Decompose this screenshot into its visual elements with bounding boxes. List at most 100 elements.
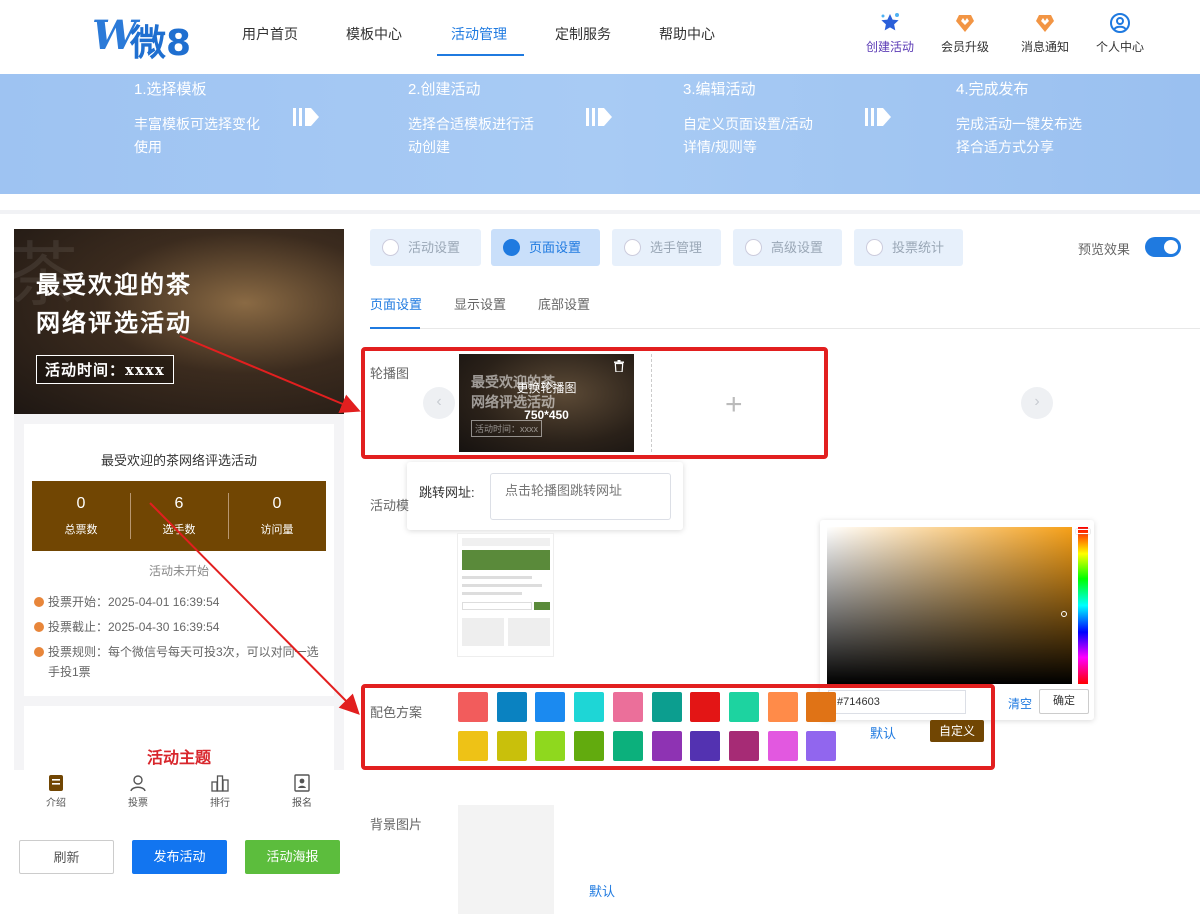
saturation-area[interactable] — [827, 527, 1072, 684]
step-desc: 自定义页面设置/活动详情/规则等 — [683, 116, 813, 155]
crown-icon — [956, 15, 974, 32]
step-arrow-icon — [865, 108, 891, 126]
divider — [0, 210, 1200, 214]
bottom-nav-intro[interactable]: 介绍 — [31, 774, 81, 809]
nav-home[interactable]: 用户首页 — [242, 24, 298, 44]
subtab-divider — [370, 328, 1200, 329]
steps-banner: 1.选择模板 丰富模板可选择变化使用 2.创建活动 选择合适模板进行活动创建 3… — [0, 74, 1200, 194]
jump-url-input[interactable] — [490, 473, 671, 520]
user-icon — [1110, 13, 1130, 33]
member-upgrade-button[interactable]: 会员升级 — [930, 12, 1000, 55]
bottom-nav-label: 介绍 — [46, 798, 66, 809]
activity-poster-button[interactable]: 活动海报 — [245, 840, 340, 874]
hue-thumb[interactable] — [1076, 529, 1090, 534]
theme-card: 活动主题 — [24, 706, 334, 774]
stat-value: 6 — [174, 495, 184, 512]
nav-custom-service[interactable]: 定制服务 — [555, 24, 611, 44]
info-dot-icon — [34, 597, 44, 607]
stat-players: 6 选手数 — [130, 495, 228, 537]
thumb-line — [462, 576, 532, 579]
ranking-icon — [211, 775, 229, 792]
activity-title: 最受欢迎的茶网络评选活动 — [100, 453, 257, 468]
tab-page-settings[interactable]: 页面设置 — [491, 229, 600, 266]
create-activity-button[interactable]: 创建活动 — [855, 12, 925, 55]
thumb-line — [462, 584, 542, 587]
confirm-color-button[interactable]: 确定 — [1039, 689, 1089, 714]
step-arrow-icon — [586, 108, 612, 126]
thumb-search-btn — [534, 602, 550, 610]
hue-slider[interactable] — [1078, 527, 1088, 684]
stat-label: 访问量 — [260, 524, 294, 536]
step-arrow-icon — [293, 108, 319, 126]
vote-rule-text: 投票规则：每个微信号每天可投3次，可以对同一选手投1票 — [48, 645, 319, 679]
tab-player-management[interactable]: 选手管理 — [612, 229, 721, 266]
step-desc: 完成活动一键发布选择合适方式分享 — [956, 116, 1082, 155]
logo-text: 微8 — [130, 23, 192, 64]
nav-help[interactable]: 帮助中心 — [659, 24, 715, 44]
stat-total-votes: 0 总票数 — [32, 495, 130, 537]
bottom-nav-ranking[interactable]: 排行 — [195, 774, 245, 809]
template-thumbnail[interactable] — [457, 533, 554, 657]
background-image-placeholder[interactable] — [458, 805, 554, 914]
vote-end-text: 投票截止：2025-04-30 16:39:54 — [48, 620, 220, 634]
subtab-footer-settings[interactable]: 底部设置 — [538, 294, 590, 313]
publish-activity-button[interactable]: 发布活动 — [132, 840, 227, 874]
hero-image: 茶 最受欢迎的茶 网络评选活动 活动时间：xxxx — [14, 229, 344, 414]
vote-start-info: 投票开始：2025-04-01 16:39:54 — [34, 592, 219, 612]
tab-activity-settings[interactable]: 活动设置 — [370, 229, 481, 266]
tab-label: 高级设置 — [771, 240, 824, 255]
stat-value: 0 — [272, 495, 282, 512]
stat-visits: 0 访问量 — [228, 495, 326, 537]
step-desc: 选择合适模板进行活动创建 — [408, 116, 534, 155]
stats-bar: 0 总票数 6 选手数 0 访问量 — [32, 481, 326, 551]
clear-color-button[interactable]: 清空 — [1008, 695, 1032, 712]
settings-icon — [745, 239, 762, 256]
logo[interactable]: W 微8 — [92, 12, 192, 64]
bottom-nav-label: 投票 — [128, 798, 148, 809]
stat-label: 选手数 — [162, 524, 196, 536]
tab-label: 投票统计 — [892, 240, 945, 255]
thumb-search — [462, 602, 532, 610]
crown-icon — [1036, 15, 1054, 32]
bottom-nav-vote[interactable]: 投票 — [113, 774, 163, 809]
preview-label: 预览效果 — [1078, 242, 1131, 257]
stat-label: 总票数 — [64, 524, 98, 536]
bottom-nav-signup[interactable]: 报名 — [277, 774, 327, 809]
grid-icon — [503, 239, 520, 256]
step-4: 4.完成发布 完成活动一键发布选择合适方式分享 — [956, 78, 1086, 159]
step-3: 3.编辑活动 自定义页面设置/活动详情/规则等 — [683, 78, 813, 159]
heart-icon — [382, 239, 399, 256]
subtab-display-settings[interactable]: 显示设置 — [454, 294, 506, 313]
background-image-label: 背景图片 — [370, 817, 423, 832]
tab-advanced-settings[interactable]: 高级设置 — [733, 229, 842, 266]
tab-label: 选手管理 — [650, 240, 703, 255]
message-notification-button[interactable]: 消息通知 — [1010, 12, 1080, 55]
hero-title-line2: 网络评选活动 — [36, 308, 192, 337]
vote-start-text: 投票开始：2025-04-01 16:39:54 — [48, 595, 220, 609]
tab-label: 页面设置 — [529, 240, 582, 255]
nav-templates[interactable]: 模板中心 — [346, 24, 402, 44]
background-default-button[interactable]: 默认 — [589, 881, 615, 900]
preview-toggle[interactable] — [1145, 237, 1181, 257]
user-icon — [130, 775, 146, 792]
thumb-line — [462, 592, 522, 595]
message-notification-label: 消息通知 — [1020, 40, 1069, 54]
nav-activity-management[interactable]: 活动管理 — [451, 24, 507, 44]
vote-end-info: 投票截止：2025-04-30 16:39:54 — [34, 617, 219, 637]
chevron-right-icon: › — [1034, 393, 1040, 410]
refresh-button[interactable]: 刷新 — [19, 840, 114, 874]
subtab-active-underline — [370, 327, 420, 329]
mobile-bottom-nav: 介绍 投票 排行 报名 — [14, 770, 344, 812]
subtab-page-settings[interactable]: 页面设置 — [370, 294, 422, 313]
carousel-next-button[interactable]: › — [1021, 387, 1053, 419]
tab-label: 活动设置 — [408, 240, 461, 255]
step-desc: 丰富模板可选择变化使用 — [134, 116, 260, 155]
personal-center-button[interactable]: 个人中心 — [1085, 12, 1155, 55]
step-1: 1.选择模板 丰富模板可选择变化使用 — [134, 78, 264, 159]
tab-vote-statistics[interactable]: 投票统计 — [854, 229, 963, 266]
vote-rule-info: 投票规则：每个微信号每天可投3次，可以对同一选手投1票 — [34, 642, 324, 682]
signup-icon — [294, 774, 310, 792]
annotation-box-carousel — [361, 347, 828, 459]
saturation-cursor[interactable] — [1061, 611, 1067, 617]
chart-icon — [866, 239, 883, 256]
